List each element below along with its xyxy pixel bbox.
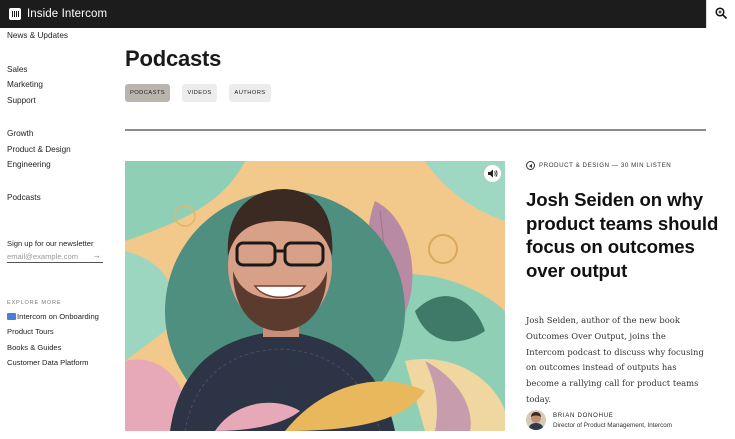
sidebar-item-news[interactable]: News & Updates <box>7 31 68 40</box>
search-button[interactable] <box>706 0 735 28</box>
tab-podcasts[interactable]: PODCASTS <box>125 84 170 102</box>
article-excerpt: Josh Seiden, author of the new book Outc… <box>526 315 704 404</box>
sidebar-item-engineering[interactable]: Engineering <box>7 160 51 169</box>
explore-more-heading: EXPLORE MORE <box>7 300 62 306</box>
divider <box>125 129 706 131</box>
sidebar-item-marketing[interactable]: Marketing <box>7 80 43 89</box>
email-field[interactable]: email@example.com <box>7 252 78 261</box>
sidebar-item-growth[interactable]: Growth <box>7 129 33 138</box>
article-headline[interactable]: Josh Seiden on why product teams should … <box>526 188 726 282</box>
avatar[interactable] <box>526 410 546 430</box>
speaker-icon <box>488 169 498 178</box>
explore-item-onboarding-label: Intercom on Onboarding <box>17 312 99 321</box>
hero-image[interactable] <box>125 161 505 431</box>
sidebar-item-product-design[interactable]: Product & Design <box>7 145 71 154</box>
audio-badge[interactable] <box>484 165 501 182</box>
tab-authors[interactable]: AUTHORS <box>229 84 271 102</box>
article-meta[interactable]: PRODUCT & DESIGN — 30 MIN LISTEN <box>539 162 671 169</box>
play-back-icon <box>526 161 535 170</box>
newsletter-label: Sign up for our newsletter <box>7 239 94 248</box>
sidebar-item-podcasts[interactable]: Podcasts <box>7 193 41 202</box>
search-icon <box>715 7 728 20</box>
top-bar: Inside Intercom <box>0 0 735 28</box>
intercom-logo-icon[interactable] <box>9 8 21 20</box>
arrow-right-icon[interactable]: → <box>92 250 101 260</box>
author-role: Director of Product Management, Intercom <box>553 422 672 429</box>
new-badge-icon <box>7 313 16 320</box>
email-field-underline <box>7 262 103 263</box>
tab-videos[interactable]: VIDEOS <box>182 84 217 102</box>
sidebar-item-support[interactable]: Support <box>7 96 36 105</box>
explore-item-cdp[interactable]: Customer Data Platform <box>7 358 88 367</box>
sidebar-item-sales[interactable]: Sales <box>7 65 27 74</box>
page-title: Podcasts <box>125 46 222 71</box>
explore-item-books-guides[interactable]: Books & Guides <box>7 343 61 352</box>
explore-item-onboarding[interactable]: Intercom on Onboarding <box>7 312 99 321</box>
brand-title[interactable]: Inside Intercom <box>27 8 107 20</box>
explore-item-product-tours[interactable]: Product Tours <box>7 327 54 336</box>
author-name[interactable]: BRIAN DONOHUE <box>553 412 614 419</box>
